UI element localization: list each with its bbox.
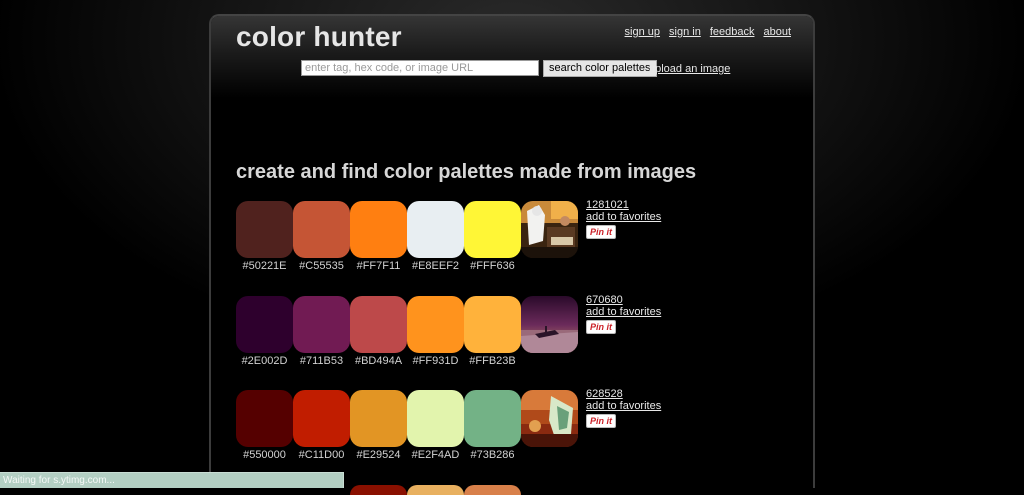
color-swatch[interactable]: #E8EEF2 (407, 201, 464, 272)
pin-it-button[interactable]: Pin it (586, 225, 616, 239)
sign-up-link[interactable]: sign up (625, 26, 660, 38)
color-swatch[interactable]: #BD494A (350, 296, 407, 367)
color-swatch[interactable]: #E2F4AD (407, 390, 464, 461)
hex-code[interactable]: #E29524 (350, 449, 407, 461)
page-title: create and find color palettes made from… (236, 161, 697, 183)
add-to-favorites-link[interactable]: add to favorites (586, 211, 661, 223)
color-swatch[interactable]: #C55535 (293, 201, 350, 272)
feedback-link[interactable]: feedback (710, 26, 755, 38)
swatch-color[interactable] (236, 296, 293, 353)
hex-code[interactable]: #FF931D (407, 355, 464, 367)
hex-code[interactable]: #E2F4AD (407, 449, 464, 461)
swatch-color[interactable] (236, 390, 293, 447)
swatch-color[interactable] (350, 485, 407, 495)
swatch-color[interactable] (350, 296, 407, 353)
hex-code[interactable]: #C55535 (293, 260, 350, 272)
color-swatch[interactable]: #73B286 (464, 390, 521, 461)
hex-code[interactable]: #2E002D (236, 355, 293, 367)
palette-meta: 1281021 add to favorites Pin it (586, 199, 661, 239)
swatch-color[interactable] (464, 296, 521, 353)
hex-code[interactable]: #711B53 (293, 355, 350, 367)
color-swatch[interactable]: #FFF636 (464, 201, 521, 272)
hex-code[interactable]: #C11D00 (293, 449, 350, 461)
search-input[interactable] (301, 60, 539, 76)
color-swatch[interactable]: #50221E (236, 201, 293, 272)
upload-image-link[interactable]: upload an image (649, 63, 730, 75)
palette-row: #50221E #C55535 #FF7F11 #E8EEF2 #FFF636 (236, 199, 666, 276)
swatch-color[interactable] (350, 201, 407, 258)
about-link[interactable]: about (763, 26, 791, 38)
swatch-color[interactable] (293, 390, 350, 447)
swatch-color[interactable] (293, 201, 350, 258)
add-to-favorites-link[interactable]: add to favorites (586, 400, 661, 412)
logo[interactable]: color hunter (236, 21, 402, 53)
color-swatch[interactable]: #FF931D (407, 296, 464, 367)
hex-code[interactable]: #550000 (236, 449, 293, 461)
color-swatch[interactable]: #711B53 (293, 296, 350, 367)
color-swatch[interactable]: #C11D00 (293, 390, 350, 461)
color-swatch[interactable]: #E29524 (350, 390, 407, 461)
pin-it-button[interactable]: Pin it (586, 414, 616, 428)
color-swatch[interactable]: #FFB23B (464, 296, 521, 367)
hex-code[interactable]: #BD494A (350, 355, 407, 367)
palette-source-image[interactable] (521, 201, 578, 258)
main-container: color hunter sign up sign in feedback ab… (209, 14, 815, 495)
hex-code[interactable]: #FFF636 (464, 260, 521, 272)
swatch-color[interactable] (407, 296, 464, 353)
swatch-color[interactable] (407, 390, 464, 447)
palette-source-image[interactable] (521, 390, 578, 447)
swatch-color[interactable] (407, 201, 464, 258)
browser-status-bar: Waiting for s.ytimg.com... (0, 472, 344, 488)
palette-source-image[interactable] (521, 296, 578, 353)
palette-meta: 670680 add to favorites Pin it (586, 294, 661, 334)
swatch-color[interactable] (464, 201, 521, 258)
palette-row: #2E002D #711B53 #BD494A #FF931D #FFB23B (236, 294, 666, 371)
search-button[interactable]: search color palettes (543, 60, 657, 77)
hex-code[interactable]: #FFB23B (464, 355, 521, 367)
palette-row: #550000 #C11D00 #E29524 #E2F4AD #73B286 (236, 388, 666, 465)
palette-meta: 628528 add to favorites Pin it (586, 388, 661, 428)
sign-in-link[interactable]: sign in (669, 26, 701, 38)
color-swatch[interactable]: #FF7F11 (350, 201, 407, 272)
hex-code[interactable]: #50221E (236, 260, 293, 272)
hex-code[interactable]: #FF7F11 (350, 260, 407, 272)
hex-code[interactable]: #73B286 (464, 449, 521, 461)
add-to-favorites-link[interactable]: add to favorites (586, 306, 661, 318)
color-swatch[interactable]: #550000 (236, 390, 293, 461)
pin-it-button[interactable]: Pin it (586, 320, 616, 334)
swatch-color[interactable] (407, 485, 464, 495)
hex-code[interactable]: #E8EEF2 (407, 260, 464, 272)
palette-id-link[interactable]: 1281021 (586, 199, 661, 211)
swatch-color[interactable] (236, 201, 293, 258)
color-swatch[interactable]: #2E002D (236, 296, 293, 367)
palette-id-link[interactable]: 628528 (586, 388, 661, 400)
swatch-color[interactable] (464, 390, 521, 447)
swatch-color[interactable] (464, 485, 521, 495)
swatch-color[interactable] (350, 390, 407, 447)
top-nav: sign up sign in feedback about (625, 26, 791, 38)
palette-id-link[interactable]: 670680 (586, 294, 661, 306)
swatch-color[interactable] (293, 296, 350, 353)
